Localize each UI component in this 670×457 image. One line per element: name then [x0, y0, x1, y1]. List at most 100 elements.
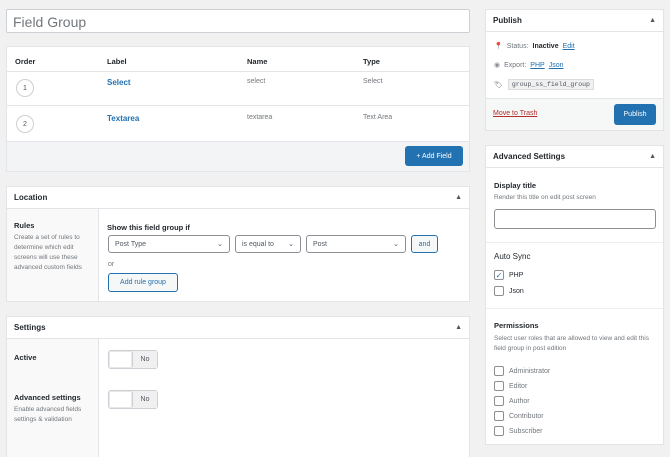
- role-label: Administrator: [509, 367, 551, 375]
- publish-title: Publish: [493, 16, 522, 25]
- role-option[interactable]: Administrator: [494, 366, 550, 376]
- checkbox-icon[interactable]: [494, 286, 504, 296]
- and-button[interactable]: and: [411, 235, 438, 253]
- row-order-badge[interactable]: 2: [16, 115, 34, 133]
- advanced-settings-description: Enable advanced fields settings & valida…: [14, 406, 82, 423]
- permissions-description: Select user roles that are allowed to vi…: [494, 335, 650, 352]
- toggle-knob: [109, 391, 133, 408]
- checkbox-icon[interactable]: [494, 381, 504, 391]
- add-field-button[interactable]: + Add Field: [405, 146, 463, 166]
- field-name: select: [247, 78, 266, 85]
- field-type: Select: [363, 78, 383, 85]
- settings-label-col: Active Advanced settings Enable advanced…: [7, 339, 99, 457]
- active-toggle[interactable]: No: [108, 350, 158, 369]
- rule-operator-value: is equal to: [242, 240, 274, 248]
- advanced-settings-label: Advanced settings: [14, 393, 81, 402]
- key-row: 🏷 group_ss_field_group: [494, 79, 594, 90]
- status-label: Status:: [506, 42, 529, 50]
- role-option[interactable]: Contributor: [494, 411, 544, 421]
- sync-option-php[interactable]: ✓ PHP: [494, 270, 523, 280]
- checkbox-icon[interactable]: [494, 396, 504, 406]
- export-label: Export:: [504, 61, 527, 69]
- col-type-header: Type: [363, 57, 380, 66]
- fields-box: Order Label Name Type 1 Select select Se…: [6, 46, 470, 172]
- eye-icon: ◉: [494, 62, 501, 69]
- field-group-title-input[interactable]: Field Group: [6, 9, 470, 33]
- location-title: Location: [14, 193, 48, 202]
- field-name: textarea: [247, 114, 273, 121]
- settings-box: Settings ▲ Active Advanced settings Enab…: [6, 316, 470, 457]
- pin-icon: 📍: [494, 43, 503, 50]
- display-title-label: Display title: [494, 181, 537, 190]
- col-name-header: Name: [247, 57, 268, 66]
- advanced-settings-title: Advanced Settings: [493, 152, 566, 161]
- move-to-trash-link[interactable]: Move to Trash: [493, 110, 537, 117]
- settings-title: Settings: [14, 323, 46, 332]
- publish-button[interactable]: Publish: [614, 104, 656, 125]
- field-group-key: group_ss_field_group: [507, 79, 594, 90]
- rules-label: Rules: [14, 221, 35, 230]
- field-label-link[interactable]: Textarea: [107, 114, 139, 123]
- export-php-link[interactable]: PHP: [530, 62, 544, 69]
- divider: [486, 242, 663, 243]
- row-divider: [7, 105, 469, 106]
- toggle-state: No: [133, 351, 157, 368]
- chevron-down-icon: ⌄: [288, 241, 294, 248]
- tag-icon: 🏷: [494, 81, 503, 89]
- or-label: or: [108, 261, 115, 268]
- status-value: Inactive: [532, 42, 559, 50]
- rule-param-value: Post Type: [115, 240, 147, 248]
- status-row: 📍 Status: Inactive Edit: [494, 42, 575, 51]
- show-if-label: Show this field group if: [107, 223, 190, 232]
- checkbox-icon[interactable]: [494, 411, 504, 421]
- rule-operator-select[interactable]: is equal to ⌄: [235, 235, 301, 253]
- auto-sync-label: Auto Sync: [494, 252, 531, 261]
- collapse-arrow-icon[interactable]: ▲: [649, 17, 656, 24]
- rules-label-col: Rules Create a set of rules to determine…: [7, 209, 99, 301]
- export-row: ◉ Export: PHP Json: [494, 61, 564, 70]
- publish-box: Publish ▲ 📍 Status: Inactive Edit ◉ Expo…: [485, 9, 664, 131]
- add-rule-group-button[interactable]: Add rule group: [108, 273, 178, 292]
- location-box: Location ▲ Rules Create a set of rules t…: [6, 186, 470, 302]
- chevron-down-icon: ⌄: [393, 241, 399, 248]
- role-option[interactable]: Author: [494, 396, 530, 406]
- collapse-arrow-icon[interactable]: ▲: [455, 324, 462, 331]
- checkbox-checked-icon[interactable]: ✓: [494, 270, 504, 280]
- export-json-link[interactable]: Json: [549, 62, 564, 69]
- divider: [486, 308, 663, 309]
- advanced-settings-toggle[interactable]: No: [108, 390, 158, 409]
- checkbox-icon[interactable]: [494, 426, 504, 436]
- sync-option-json[interactable]: Json: [494, 286, 524, 296]
- location-header[interactable]: Location ▲: [7, 187, 469, 209]
- advanced-settings-header[interactable]: Advanced Settings ▲: [486, 146, 663, 168]
- role-label: Contributor: [509, 412, 544, 420]
- rule-param-select[interactable]: Post Type ⌄: [108, 235, 230, 253]
- col-label-header: Label: [107, 57, 127, 66]
- role-label: Editor: [509, 382, 528, 390]
- permissions-label: Permissions: [494, 321, 539, 330]
- role-label: Subscriber: [509, 427, 543, 435]
- chevron-down-icon: ⌄: [217, 241, 223, 248]
- sync-option-label: PHP: [509, 271, 524, 279]
- publish-header[interactable]: Publish ▲: [486, 10, 663, 32]
- field-type: Text Area: [363, 114, 393, 121]
- display-title-description: Render this title on edit post screen: [494, 194, 596, 201]
- settings-header[interactable]: Settings ▲: [7, 317, 469, 339]
- rule-value-value: Post: [313, 240, 328, 248]
- role-label: Author: [509, 397, 530, 405]
- display-title-input[interactable]: [494, 209, 656, 229]
- role-option[interactable]: Subscriber: [494, 426, 542, 436]
- checkbox-icon[interactable]: [494, 366, 504, 376]
- sync-option-label: Json: [509, 287, 524, 295]
- role-option[interactable]: Editor: [494, 381, 527, 391]
- field-label-link[interactable]: Select: [107, 78, 131, 87]
- row-order-badge[interactable]: 1: [16, 79, 34, 97]
- header-divider: [7, 71, 469, 72]
- toggle-knob: [109, 351, 133, 368]
- collapse-arrow-icon[interactable]: ▲: [649, 153, 656, 160]
- active-label: Active: [14, 353, 37, 362]
- collapse-arrow-icon[interactable]: ▲: [455, 194, 462, 201]
- status-edit-link[interactable]: Edit: [563, 43, 575, 50]
- rule-value-select[interactable]: Post ⌄: [306, 235, 406, 253]
- fields-footer: [7, 141, 469, 171]
